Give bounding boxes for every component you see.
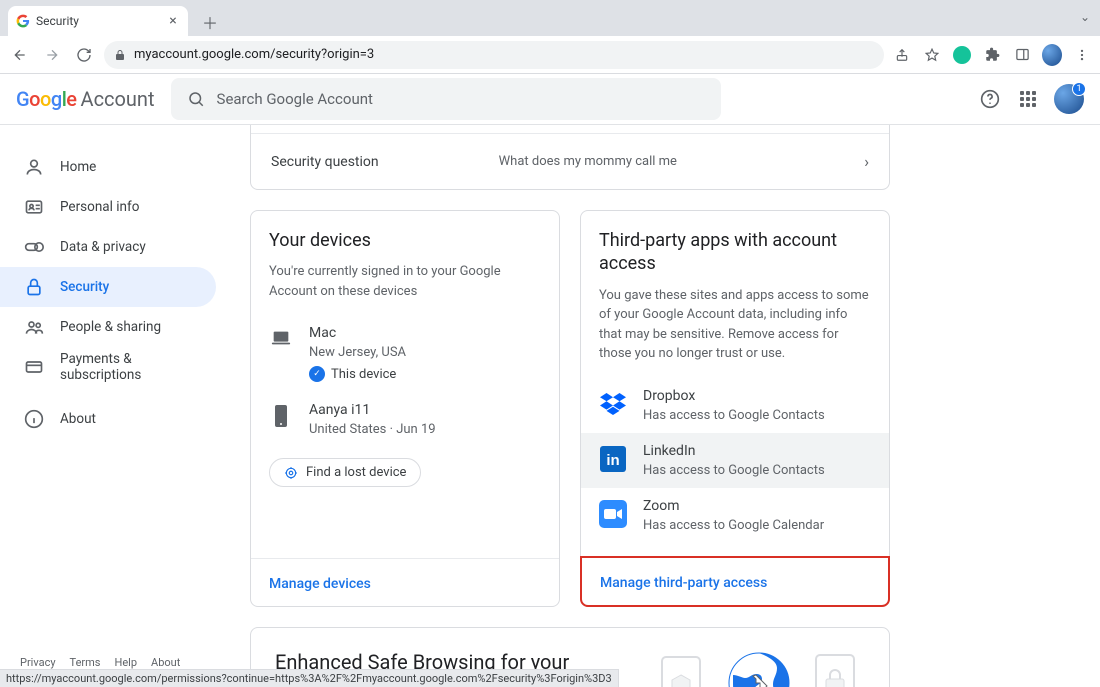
privacy-icon <box>24 237 44 257</box>
help-icon[interactable] <box>978 87 1002 111</box>
sidebar-item-personal-info[interactable]: Personal info <box>0 187 216 227</box>
google-account-logo[interactable]: Google Account <box>16 87 155 111</box>
device-row[interactable]: Mac New Jersey, USA ✓ This device <box>269 315 541 392</box>
device-row[interactable]: Aanya i11 United States · Jun 19 <box>269 392 541 448</box>
user-avatar[interactable]: 1 <box>1054 84 1084 114</box>
footer-about[interactable]: About <box>151 656 180 669</box>
search-icon <box>187 90 205 108</box>
reload-button[interactable] <box>72 43 96 67</box>
close-icon[interactable]: × <box>166 14 180 28</box>
info-icon <box>24 409 44 429</box>
third-party-card: Third-party apps with account access You… <box>580 210 890 607</box>
sidebar-item-people-sharing[interactable]: People & sharing <box>0 307 216 347</box>
menu-icon[interactable] <box>1072 45 1092 65</box>
sidebar-item-home[interactable]: Home <box>0 147 216 187</box>
footer-help[interactable]: Help <box>114 656 137 669</box>
lock-icon <box>114 49 126 61</box>
dropbox-icon <box>599 390 627 418</box>
app-name: Zoom <box>643 498 871 514</box>
third-party-title: Third-party apps with account access <box>599 229 871 276</box>
sidebar-item-label: People & sharing <box>60 319 161 335</box>
sidebar-item-label: Personal info <box>60 199 139 215</box>
tab-favicon <box>16 14 30 28</box>
app-sub: Has access to Google Calendar <box>643 518 871 533</box>
share-icon[interactable] <box>892 45 912 65</box>
device-name: Mac <box>309 325 541 341</box>
home-icon <box>24 157 44 177</box>
extension-grammarly-icon[interactable] <box>952 45 972 65</box>
third-party-desc: You gave these sites and apps access to … <box>599 286 871 364</box>
linkedin-icon: in <box>599 445 627 473</box>
footer-terms[interactable]: Terms <box>70 656 101 669</box>
app-name: Dropbox <box>643 388 871 404</box>
safe-browsing-illustration <box>653 650 865 687</box>
devices-desc: You're currently signed in to your Googl… <box>269 262 541 301</box>
app-row[interactable]: in LinkedIn Has access to Google Contact… <box>581 433 889 488</box>
sidebar-item-label: Security <box>60 279 109 295</box>
locate-icon <box>284 466 298 480</box>
status-bar-url: https://myaccount.google.com/permissions… <box>0 669 619 687</box>
security-question-value: What does my mommy call me <box>499 154 865 169</box>
sidebar-item-label: About <box>60 411 96 427</box>
sidebar-item-payments[interactable]: Payments & subscriptions <box>0 347 216 387</box>
panel-icon[interactable] <box>1012 45 1032 65</box>
avatar-badge: 1 <box>1072 82 1086 96</box>
devices-card: Your devices You're currently signed in … <box>250 210 560 607</box>
sidebar-item-security[interactable]: Security <box>0 267 216 307</box>
find-lost-device-button[interactable]: Find a lost device <box>269 458 421 487</box>
app-name: LinkedIn <box>643 443 871 459</box>
search-input[interactable]: Search Google Account <box>171 78 721 120</box>
zoom-icon <box>599 500 627 528</box>
search-placeholder: Search Google Account <box>217 90 373 108</box>
device-sub: New Jersey, USA <box>309 345 541 360</box>
sidebar-item-data-privacy[interactable]: Data & privacy <box>0 227 216 267</box>
manage-third-party-link[interactable]: Manage third-party access <box>600 575 767 591</box>
check-icon: ✓ <box>309 366 325 382</box>
phone-icon <box>269 402 293 438</box>
sidebar-item-label: Payments & subscriptions <box>60 351 216 383</box>
profile-avatar[interactable] <box>1042 45 1062 65</box>
address-bar[interactable]: myaccount.google.com/security?origin=3 <box>104 41 884 69</box>
url-text: myaccount.google.com/security?origin=3 <box>134 47 374 62</box>
app-row[interactable]: Zoom Has access to Google Calendar <box>581 488 889 543</box>
sidebar-item-about[interactable]: About <box>0 399 216 439</box>
back-button[interactable] <box>8 43 32 67</box>
sidebar-item-label: Data & privacy <box>60 239 146 255</box>
app-sub: Has access to Google Contacts <box>643 463 871 478</box>
footer-privacy[interactable]: Privacy <box>20 656 56 669</box>
sidebar-item-label: Home <box>60 159 96 175</box>
lock-icon <box>24 277 44 297</box>
laptop-icon <box>269 325 293 361</box>
security-question-label: Security question <box>271 154 379 170</box>
forward-button[interactable] <box>40 43 64 67</box>
tabs-dropdown-icon[interactable]: ⌄ <box>1080 10 1090 24</box>
tab-title: Security <box>36 14 160 28</box>
extensions-icon[interactable] <box>982 45 1002 65</box>
star-icon[interactable] <box>922 45 942 65</box>
app-sub: Has access to Google Contacts <box>643 408 871 423</box>
people-icon <box>24 317 44 337</box>
svg-text:in: in <box>606 452 619 469</box>
footer-links: Privacy Terms Help About <box>20 656 180 669</box>
browser-tab[interactable]: Security × <box>8 6 188 36</box>
find-lost-label: Find a lost device <box>306 465 406 480</box>
chevron-right-icon: › <box>864 152 869 171</box>
recovery-email-row[interactable]: Recovery email Add an email address › <box>251 125 889 134</box>
manage-devices-link[interactable]: Manage devices <box>269 576 371 592</box>
id-card-icon <box>24 197 44 217</box>
recovery-card: Recovery email Add an email address › Se… <box>250 125 890 190</box>
device-name: Aanya i11 <box>309 402 541 418</box>
device-sub: United States · Jun 19 <box>309 422 541 437</box>
app-row[interactable]: Dropbox Has access to Google Contacts <box>581 378 889 433</box>
apps-icon[interactable] <box>1016 87 1040 111</box>
security-question-row[interactable]: Security question What does my mommy cal… <box>251 134 889 189</box>
account-label: Account <box>81 87 155 111</box>
devices-title: Your devices <box>269 229 541 252</box>
card-icon <box>24 357 44 377</box>
this-device-label: This device <box>331 367 396 382</box>
new-tab-button[interactable]: ＋ <box>196 8 224 36</box>
